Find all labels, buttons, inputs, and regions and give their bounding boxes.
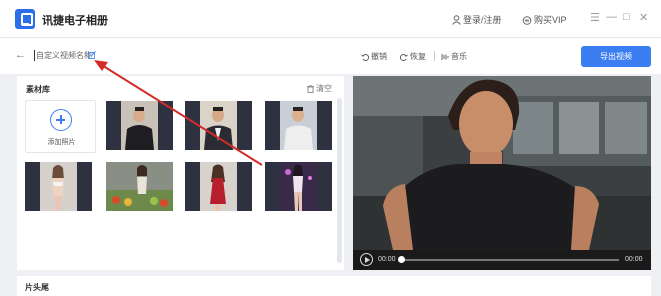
- progress-track[interactable]: [401, 259, 619, 261]
- music-label: 音乐: [451, 52, 467, 61]
- library-scrollbar[interactable]: [337, 98, 342, 263]
- redo-button[interactable]: 恢复: [400, 51, 426, 62]
- current-time: 00:00: [378, 256, 396, 263]
- app-window: 讯捷电子相册 登录/注册 购买VIP ☰ — □ ✕ ← 自定义视频名称 撤销 …: [0, 0, 661, 296]
- add-photo-button[interactable]: 添加照片: [25, 100, 96, 153]
- undo-button[interactable]: 撤销: [361, 51, 387, 62]
- buy-vip-link[interactable]: 购买VIP: [522, 13, 567, 26]
- close-icon[interactable]: ✕: [639, 11, 648, 24]
- export-video-button[interactable]: 导出视频: [581, 46, 651, 67]
- photo-thumbnail[interactable]: [265, 101, 332, 150]
- progress-knob[interactable]: [398, 256, 405, 263]
- menu-icon[interactable]: ☰: [590, 11, 600, 24]
- trash-icon: [307, 84, 314, 93]
- photo-thumbnail[interactable]: [185, 101, 252, 150]
- app-title: 讯捷电子相册: [42, 15, 108, 27]
- photo-man-white-shirt: [280, 101, 317, 150]
- video-preview: 00:00 00:00: [353, 76, 651, 270]
- intro-outro-panel: 片头尾: [17, 276, 651, 296]
- app-logo-icon: [15, 9, 35, 29]
- play-icon[interactable]: [360, 253, 373, 266]
- music-button[interactable]: 音乐: [441, 51, 467, 62]
- buy-vip-label: 购买VIP: [534, 15, 567, 25]
- user-icon: [452, 14, 461, 25]
- music-icon: [441, 53, 449, 60]
- total-time: 00:00: [625, 256, 643, 263]
- toolbar-divider: [434, 51, 435, 61]
- login-register-label: 登录/注册: [463, 15, 502, 25]
- photo-man-black-shirt: [121, 101, 158, 150]
- video-control-bar: 00:00 00:00: [353, 250, 651, 270]
- photo-woman-purple: [280, 162, 317, 211]
- undo-label: 撤销: [371, 52, 387, 61]
- title-bar: 讯捷电子相册 登录/注册 购买VIP ☰ — □ ✕: [0, 0, 661, 38]
- library-title: 素材库: [26, 85, 50, 94]
- material-library-panel: 素材库 清空 添加照片: [17, 76, 344, 270]
- photo-woman-swimsuit: [40, 162, 77, 211]
- photo-thumbnail[interactable]: [25, 162, 92, 211]
- minimize-icon[interactable]: —: [606, 11, 617, 23]
- maximize-icon[interactable]: □: [623, 11, 630, 23]
- vip-crown-icon: [522, 15, 532, 25]
- photo-thumbnail[interactable]: [106, 162, 173, 211]
- photo-thumbnail[interactable]: [185, 162, 252, 211]
- photo-thumbnail[interactable]: [106, 101, 173, 150]
- photo-woman-red-dress: [200, 162, 237, 211]
- back-arrow-icon[interactable]: ←: [15, 49, 26, 61]
- redo-label: 恢复: [410, 52, 426, 61]
- edit-pencil-icon[interactable]: [88, 51, 96, 59]
- photo-man-suit: [200, 101, 237, 150]
- album-name-field[interactable]: 自定义视频名称: [34, 50, 92, 61]
- clear-label: 清空: [316, 84, 332, 93]
- clear-library-button[interactable]: 清空: [307, 83, 332, 94]
- add-photo-label: 添加照片: [47, 139, 76, 146]
- undo-icon: [361, 53, 369, 61]
- editor-toolbar: ← 自定义视频名称 撤销 恢复 音乐: [0, 38, 661, 74]
- preview-frame-image: [353, 76, 651, 250]
- photo-woman-fruit-stand: [106, 162, 173, 211]
- login-register-link[interactable]: 登录/注册: [452, 13, 502, 26]
- redo-icon: [400, 53, 408, 61]
- add-plus-icon: [50, 109, 72, 131]
- photo-thumbnail[interactable]: [265, 162, 332, 211]
